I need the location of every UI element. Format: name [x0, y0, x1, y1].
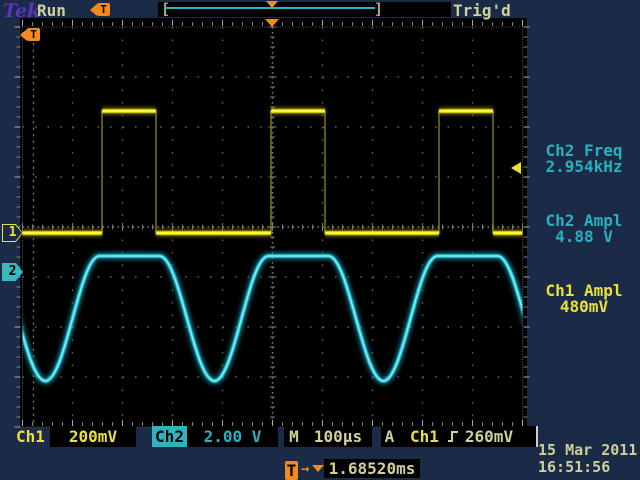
trigger-type-label: A: [381, 426, 398, 447]
tek-logo: Tek: [3, 0, 40, 22]
trigger-level: 260mV: [465, 426, 513, 447]
measurement-ch2-ampl: Ch2 Ampl 4.88 V: [528, 213, 640, 245]
measurement-value: 480mV: [528, 299, 640, 315]
rising-edge-icon: [447, 429, 459, 444]
timebase-label: M: [284, 426, 304, 447]
timebase-readout: 100µs: [304, 426, 372, 447]
trigger-t-icon: T: [97, 3, 110, 16]
arrow-left-icon: [90, 4, 97, 16]
trigger-offscreen-icon-topbar: T: [90, 3, 110, 16]
delay-triangle-icon: [312, 465, 324, 472]
record-right-bracket: ]: [374, 0, 383, 18]
trigger-source: Ch1: [410, 426, 439, 447]
ch2-label: Ch2: [152, 426, 187, 447]
delay-t-icon: T: [285, 461, 298, 480]
measurement-value: 2.954kHz: [528, 159, 640, 175]
delay-readout: 1.68520ms: [324, 459, 420, 478]
acquisition-status: Run: [37, 1, 66, 20]
date-display: 15 Mar 2011: [538, 442, 640, 458]
record-trigger-position-icon: [266, 1, 278, 8]
trigger-t-icon: T: [27, 28, 40, 41]
record-view-strip: [158, 2, 451, 17]
arrow-left-icon: [20, 29, 27, 41]
trigger-position-marker-icon: [265, 19, 279, 27]
time-display: 16:51:56: [538, 459, 640, 475]
arrow-right-icon: →: [301, 461, 309, 477]
measurement-value: 4.88 V: [528, 229, 640, 245]
scope-screen: [20, 18, 527, 427]
trigger-offscreen-icon-graticule: T: [20, 28, 40, 41]
trigger-status: Trig'd: [453, 1, 511, 20]
measurement-ch1-ampl: Ch1 Ampl 480mV: [528, 283, 640, 315]
trigger-readout: Ch1 260mV: [398, 426, 538, 447]
measurement-ch2-freq: Ch2 Freq 2.954kHz: [528, 143, 640, 175]
ch2-scale-readout: 2.00 V: [187, 426, 278, 447]
trigger-level-arrow-icon: [511, 162, 521, 174]
ch1-scale-readout: 200mV: [50, 426, 136, 447]
record-left-bracket: [: [161, 0, 170, 18]
ch1-label: Ch1: [16, 426, 45, 447]
